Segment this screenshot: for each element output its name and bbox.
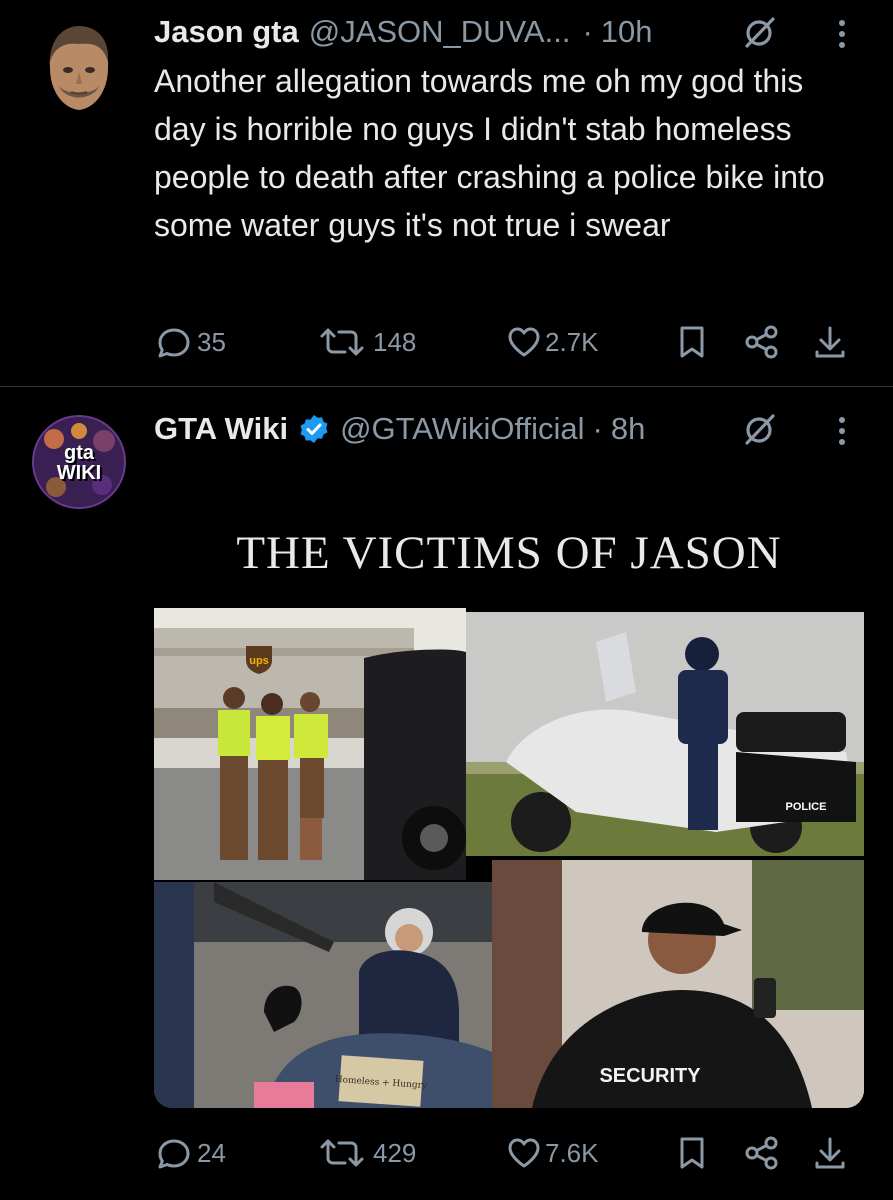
avatar[interactable]: gta WIKI	[32, 415, 126, 509]
avatar-logo-text: gta WIKI	[56, 442, 102, 484]
like-icon	[508, 327, 540, 357]
repost-count: 148	[373, 326, 417, 357]
ups-logo-text: ups	[249, 655, 269, 667]
ups-workers-photo: ups	[154, 608, 466, 880]
tweet-media[interactable]: THE VICTIMS OF JASON ups POLICE Homeless…	[154, 500, 864, 1108]
repost-button[interactable]: 148	[314, 322, 416, 362]
tweet-text: Another allegation towards me oh my god …	[154, 63, 825, 243]
like-button[interactable]: 7.6K	[506, 1133, 599, 1173]
like-button[interactable]: 2.7K	[506, 322, 599, 362]
download-button[interactable]	[810, 1133, 850, 1173]
author-name[interactable]: Jason gta	[154, 14, 299, 50]
security-guard-photo: SECURITY	[492, 860, 864, 1108]
more-icon[interactable]	[836, 411, 848, 451]
more-icon[interactable]	[836, 14, 848, 54]
author-handle[interactable]: @GTAWikiOfficial	[340, 411, 584, 447]
avatar[interactable]	[44, 22, 114, 114]
reply-button[interactable]: 35	[154, 322, 226, 362]
repost-count: 429	[373, 1137, 417, 1168]
grok-icon[interactable]	[740, 409, 780, 449]
reply-button[interactable]: 24	[154, 1133, 226, 1173]
download-icon	[815, 326, 845, 358]
like-icon	[508, 1138, 540, 1168]
security-badge-text: SECURITY	[599, 1065, 701, 1087]
tweet-1[interactable]: Jason gta @JASON_DUVA... · 10h Another a…	[0, 0, 893, 386]
download-button[interactable]	[810, 322, 850, 362]
share-button[interactable]	[742, 322, 782, 362]
tweet-header: GTA Wiki @GTAWikiOfficial · 8h	[154, 411, 645, 447]
reply-count: 35	[197, 326, 226, 357]
timestamp[interactable]: 10h	[601, 14, 653, 50]
action-bar: 24 429 7.6K	[154, 1133, 859, 1173]
media-title: THE VICTIMS OF JASON	[236, 527, 782, 579]
share-icon	[745, 1136, 778, 1170]
like-count: 2.7K	[545, 326, 599, 357]
repost-button[interactable]: 429	[314, 1133, 416, 1173]
action-bar: 35 148 2.7K	[154, 322, 859, 362]
reply-count: 24	[197, 1137, 226, 1168]
grok-icon[interactable]	[740, 12, 780, 52]
timestamp[interactable]: 8h	[611, 411, 645, 447]
separator: ·	[582, 14, 593, 49]
bookmark-button[interactable]	[674, 322, 710, 362]
repost-icon	[320, 1139, 364, 1167]
verified-badge-icon	[298, 413, 330, 445]
share-button[interactable]	[742, 1133, 782, 1173]
bookmark-icon	[680, 1137, 704, 1169]
police-motorcycle-photo: POLICE	[466, 612, 864, 856]
police-badge-text: POLICE	[786, 801, 827, 813]
separator: ·	[592, 411, 603, 446]
bookmark-button[interactable]	[674, 1133, 710, 1173]
share-icon	[745, 325, 778, 359]
download-icon	[815, 1137, 845, 1169]
tweet-2[interactable]: gta WIKI GTA Wiki @GTAWikiOfficial · 8h …	[0, 387, 893, 1200]
author-name[interactable]: GTA Wiki	[154, 411, 288, 447]
author-handle[interactable]: @JASON_DUVA...	[309, 14, 571, 50]
tweet-header: Jason gta @JASON_DUVA... · 10h	[154, 14, 653, 50]
bookmark-icon	[680, 326, 704, 358]
reply-icon	[158, 328, 190, 358]
repost-icon	[320, 328, 364, 356]
homeless-person-photo: Homeless + Hungry	[154, 882, 492, 1108]
like-count: 7.6K	[545, 1137, 599, 1168]
reply-icon	[158, 1139, 190, 1169]
